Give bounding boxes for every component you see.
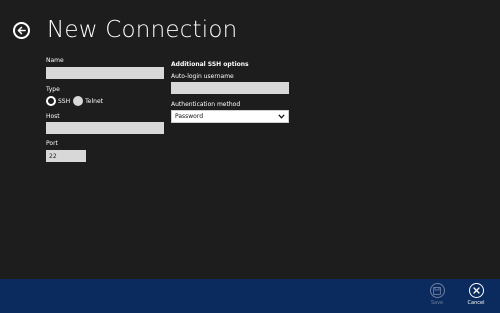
app-bar: Save Cancel — [0, 279, 500, 313]
auth-method-select[interactable]: Password — [171, 110, 289, 123]
auth-method-value: Password — [175, 113, 204, 120]
chevron-down-icon — [278, 114, 285, 119]
arrow-left-icon — [17, 26, 26, 35]
new-connection-page: New Connection Name Type SSH Telnet Host… — [0, 0, 500, 313]
type-label: Type — [46, 86, 60, 93]
cancel-icon-circle — [468, 283, 484, 298]
auth-method-label: Authentication method — [171, 101, 241, 108]
host-label: Host — [46, 113, 60, 120]
telnet-radio-label: Telnet — [85, 97, 103, 105]
close-icon — [472, 287, 480, 294]
page-title: New Connection — [47, 17, 238, 43]
save-icon-circle — [429, 283, 445, 298]
ssh-options-heading: Additional SSH options — [171, 61, 249, 68]
autologin-label: Auto-login username — [171, 73, 234, 80]
port-label: Port — [46, 140, 58, 147]
cancel-button-label: Cancel — [467, 300, 485, 306]
telnet-radio[interactable] — [73, 96, 84, 106]
cancel-button[interactable]: Cancel — [464, 283, 488, 306]
port-field[interactable]: 22 — [46, 150, 86, 162]
ssh-radio-label: SSH — [58, 97, 71, 105]
save-button-label: Save — [430, 300, 444, 306]
name-label: Name — [46, 57, 64, 64]
back-button[interactable] — [13, 22, 30, 39]
save-icon — [433, 286, 441, 295]
autologin-username-field[interactable] — [171, 82, 289, 94]
type-radio-group: SSH Telnet — [46, 96, 106, 106]
name-field[interactable] — [46, 67, 164, 79]
host-field[interactable] — [46, 122, 164, 134]
save-button[interactable]: Save — [425, 283, 449, 306]
ssh-radio[interactable] — [46, 96, 56, 106]
